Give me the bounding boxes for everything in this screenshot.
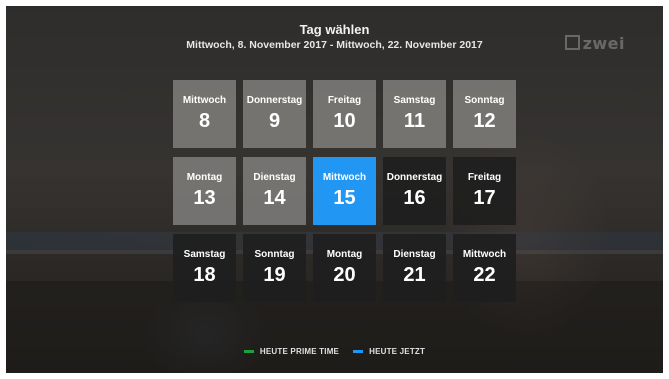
day-weekday: Mittwoch <box>322 172 367 183</box>
day-tile[interactable]: Montag 13 <box>173 157 236 225</box>
day-tile[interactable]: Montag 20 <box>313 234 376 302</box>
day-number: 8 <box>198 110 211 132</box>
day-tile[interactable]: Sonntag 12 <box>453 80 516 148</box>
day-number: 15 <box>333 187 356 209</box>
page-title: Tag wählen <box>299 22 370 37</box>
legend-item: HEUTE JETZT <box>353 347 425 356</box>
day-weekday: Samstag <box>183 249 226 260</box>
day-number: 20 <box>333 264 356 286</box>
day-weekday: Donnerstag <box>386 172 443 183</box>
day-number: 21 <box>403 264 426 286</box>
day-tile[interactable]: Dienstag 21 <box>383 234 446 302</box>
day-weekday: Mittwoch <box>182 95 227 106</box>
day-number: 22 <box>473 264 496 286</box>
day-weekday: Samstag <box>393 95 436 106</box>
legend: HEUTE PRIME TIME HEUTE JETZT <box>6 346 663 356</box>
day-weekday: Dienstag <box>393 249 436 260</box>
day-tile[interactable]: Donnerstag 16 <box>383 157 446 225</box>
day-weekday: Montag <box>326 249 363 260</box>
day-number: 18 <box>193 264 216 286</box>
day-tile[interactable]: Freitag 17 <box>453 157 516 225</box>
date-range-subtitle: Mittwoch, 8. November 2017 - Mittwoch, 2… <box>186 39 483 51</box>
day-weekday: Mittwoch <box>462 249 507 260</box>
day-tile[interactable]: Samstag 11 <box>383 80 446 148</box>
day-tile[interactable]: Freitag 10 <box>313 80 376 148</box>
day-number: 17 <box>473 187 496 209</box>
day-number: 11 <box>403 110 426 132</box>
day-weekday: Freitag <box>327 95 362 106</box>
day-weekday: Montag <box>186 172 223 183</box>
day-number: 9 <box>268 110 281 132</box>
day-number: 13 <box>193 187 216 209</box>
day-tile[interactable]: Mittwoch 8 <box>173 80 236 148</box>
day-tile[interactable]: Samstag 18 <box>173 234 236 302</box>
day-weekday: Donnerstag <box>246 95 303 106</box>
day-weekday: Sonntag <box>464 95 505 106</box>
day-tile[interactable]: Sonntag 19 <box>243 234 306 302</box>
day-tile-selected[interactable]: Mittwoch 15 <box>313 157 376 225</box>
day-weekday: Dienstag <box>253 172 296 183</box>
page-header: Tag wählen Mittwoch, 8. November 2017 - … <box>6 22 663 52</box>
day-weekday: Freitag <box>467 172 502 183</box>
legend-swatch <box>243 350 254 353</box>
day-tile[interactable]: Mittwoch 22 <box>453 234 516 302</box>
day-weekday: Sonntag <box>254 249 295 260</box>
day-number: 12 <box>473 110 496 132</box>
legend-label: HEUTE JETZT <box>369 347 426 356</box>
day-number: 19 <box>263 264 286 286</box>
day-number: 14 <box>263 187 286 209</box>
legend-swatch <box>353 350 364 353</box>
day-number: 16 <box>403 187 426 209</box>
day-tile[interactable]: Donnerstag 9 <box>243 80 306 148</box>
legend-label: HEUTE PRIME TIME <box>259 347 340 356</box>
legend-item: HEUTE PRIME TIME <box>243 347 340 356</box>
day-tile[interactable]: Dienstag 14 <box>243 157 306 225</box>
day-number: 10 <box>333 110 356 132</box>
day-grid: Mittwoch 8 Donnerstag 9 Freitag 10 Samstag 11 So… <box>173 80 516 302</box>
tv-screen: zwei Tag wählen Mittwoch, 8. November 20… <box>6 6 663 373</box>
